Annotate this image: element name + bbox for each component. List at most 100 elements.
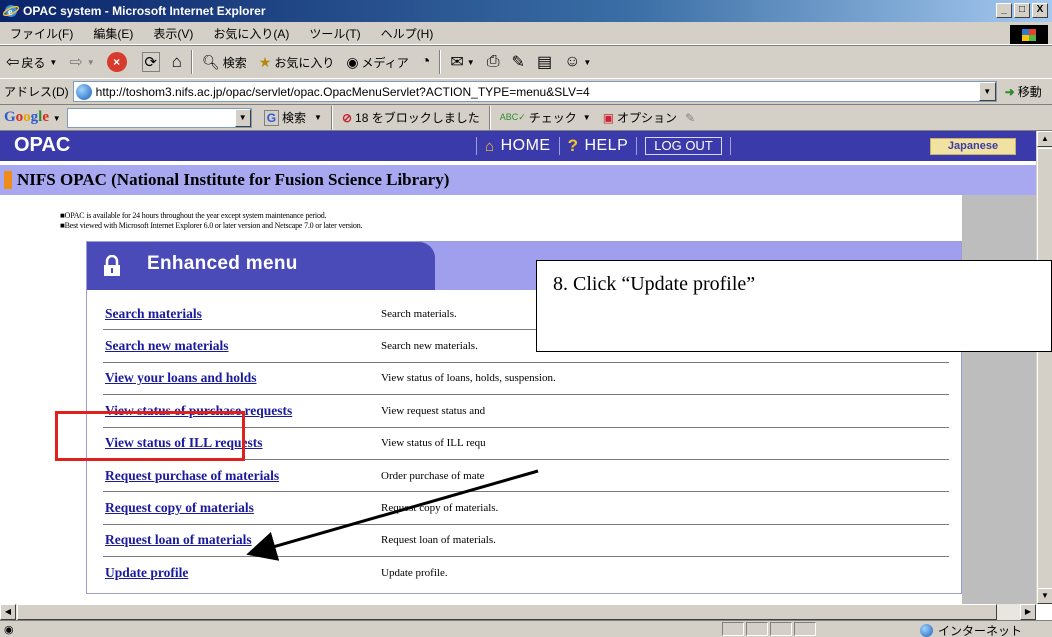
nav-divider <box>729 137 731 155</box>
menu-row: Request loan of materials Request loan o… <box>103 525 949 558</box>
media-label: メディア <box>361 55 409 70</box>
help-link[interactable]: ? HELP <box>568 136 629 156</box>
vertical-scrollbar[interactable]: ▲ ▼ <box>1036 131 1052 604</box>
notice-browser: ■Best viewed with Microsoft Internet Exp… <box>60 221 363 230</box>
toolbar-separator <box>190 50 193 74</box>
horizontal-scrollbar[interactable]: ◀ ▶ <box>0 604 1036 620</box>
menu-item-description: Request copy of materials. <box>381 502 499 515</box>
home-label: HOME <box>500 137 551 154</box>
document-icon: ▤ <box>536 54 553 71</box>
go-button[interactable]: ➜ 移動 <box>1005 83 1042 100</box>
edit-button[interactable]: ✎ <box>506 48 531 76</box>
printer-icon: ⎙ <box>486 53 500 70</box>
menu-row: Update profile Update profile. <box>103 557 949 589</box>
favorites-button[interactable]: ★ お気に入り <box>253 48 341 76</box>
spell-check-button[interactable]: ABC✓ チェック ▼ <box>494 109 597 126</box>
forward-button[interactable]: ⇨ ▼ <box>63 48 100 76</box>
google-search-dropdown[interactable]: ▼ <box>234 108 251 127</box>
menu-file[interactable]: ファイル(F) <box>0 25 83 42</box>
notice-text: ■OPAC is available for 24 hours througho… <box>60 211 363 231</box>
svg-text:e: e <box>8 7 13 18</box>
address-input[interactable]: http://toshom3.nifs.ac.jp/opac/servlet/o… <box>72 81 997 102</box>
go-label: 移動 <box>1017 85 1042 99</box>
menu-edit[interactable]: 編集(E) <box>83 25 143 42</box>
maximize-button[interactable]: □ <box>1014 3 1030 18</box>
request-purchase-link[interactable]: Request purchase of materials <box>103 468 381 484</box>
google-search-input[interactable]: ▼ <box>66 107 252 128</box>
mail-button[interactable]: ✉ ▼ <box>444 48 480 76</box>
page-viewport: OPAC ⌂ HOME ? HELP LOG OUT Japanese NIFS… <box>0 131 1036 604</box>
refresh-icon: ⟳ <box>141 52 160 72</box>
security-zone: インターネット <box>919 622 1022 637</box>
menu-item-description: Search materials. <box>381 307 457 320</box>
windows-logo-icon <box>1010 25 1048 44</box>
edit-icon: ✎ <box>511 54 525 71</box>
google-logo-button[interactable]: Google ▼ <box>0 109 63 126</box>
search-materials-link[interactable]: Search materials <box>103 306 381 322</box>
address-dropdown-button[interactable]: ▼ <box>978 82 996 101</box>
title-marker <box>4 171 12 189</box>
back-arrow-icon: ⇦ <box>6 54 20 71</box>
stop-button[interactable]: × <box>101 48 136 76</box>
options-button[interactable]: ▣ オプション ✎ <box>597 109 701 126</box>
search-button[interactable]: 🔍︎ 検索 <box>196 48 253 76</box>
minimize-button[interactable]: _ <box>996 3 1012 18</box>
library-title: NIFS OPAC (National Institute for Fusion… <box>17 170 450 189</box>
notice-availability: ■OPAC is available for 24 hours througho… <box>60 211 327 220</box>
address-url: http://toshom3.nifs.ac.jp/opac/servlet/o… <box>95 84 590 99</box>
menu-view[interactable]: 表示(V) <box>143 25 203 42</box>
close-button[interactable]: X <box>1032 3 1048 18</box>
back-button[interactable]: ⇦ 戻る ▼ <box>0 48 63 76</box>
chevron-down-icon: ▼ <box>466 57 475 67</box>
update-profile-link[interactable]: Update profile <box>103 565 381 581</box>
scroll-left-button[interactable]: ◀ <box>0 604 16 620</box>
status-cell <box>769 622 792 636</box>
vertical-scroll-thumb[interactable] <box>1037 148 1052 598</box>
discuss-button[interactable]: ▤ <box>531 48 558 76</box>
menu-item-description: Search new materials. <box>381 340 478 353</box>
opac-logo: OPAC <box>14 134 71 156</box>
right-margin-band <box>962 195 1036 604</box>
mail-icon: ✉ <box>450 54 464 71</box>
chevron-down-icon: ▼ <box>86 57 95 67</box>
menu-item-description: View status of loans, holds, suspension. <box>381 372 556 385</box>
media-button[interactable]: ◉ メディア <box>340 48 414 76</box>
forward-arrow-icon: ⇨ <box>69 54 83 71</box>
lock-icon <box>104 255 120 276</box>
toolbar-separator <box>488 105 491 130</box>
scroll-up-button[interactable]: ▲ <box>1037 131 1052 147</box>
refresh-button[interactable]: ⟳ <box>136 48 166 76</box>
popup-blocker-button[interactable]: ⊘ 18 をブロックしました <box>336 109 486 126</box>
print-button[interactable]: ⎙ <box>481 48 506 76</box>
search-new-materials-link[interactable]: Search new materials <box>103 338 381 354</box>
history-button[interactable]: ◔ <box>415 48 437 76</box>
help-label: HELP <box>584 137 629 154</box>
scroll-down-button[interactable]: ▼ <box>1037 588 1052 604</box>
options-icon: ▣ <box>602 110 615 125</box>
nav-divider <box>636 137 638 155</box>
status-cell <box>793 622 816 636</box>
media-icon: ◉ <box>346 53 359 70</box>
language-button[interactable]: Japanese <box>930 138 1016 155</box>
google-search-button[interactable]: G 検索 ▼ <box>258 109 328 126</box>
menu-favorites[interactable]: お気に入り(A) <box>203 25 299 42</box>
home-button[interactable]: ⌂ <box>166 48 188 76</box>
view-loans-holds-link[interactable]: View your loans and holds <box>103 370 381 386</box>
horizontal-scroll-thumb[interactable] <box>17 604 997 620</box>
menu-help[interactable]: ヘルプ(H) <box>371 25 444 42</box>
request-copy-link[interactable]: Request copy of materials <box>103 500 381 516</box>
search-label: 検索 <box>222 55 247 70</box>
request-loan-link[interactable]: Request loan of materials <box>103 532 381 548</box>
internet-explorer-icon: e <box>3 5 19 18</box>
menu-tools[interactable]: ツール(T) <box>299 25 370 42</box>
house-icon: ⌂ <box>171 52 182 71</box>
home-link[interactable]: ⌂ HOME <box>485 137 551 155</box>
status-bar: ◉ インターネット <box>0 620 1052 637</box>
logout-button[interactable]: LOG OUT <box>645 137 722 155</box>
toolbar-separator <box>330 105 333 130</box>
messenger-button[interactable]: ☺ ▼ <box>558 48 597 76</box>
history-icon: ◔ <box>420 53 431 70</box>
scroll-right-button[interactable]: ▶ <box>1020 604 1036 620</box>
google-g-icon: G <box>263 109 280 126</box>
window-title-bar: e OPAC system - Microsoft Internet Explo… <box>0 0 1052 22</box>
